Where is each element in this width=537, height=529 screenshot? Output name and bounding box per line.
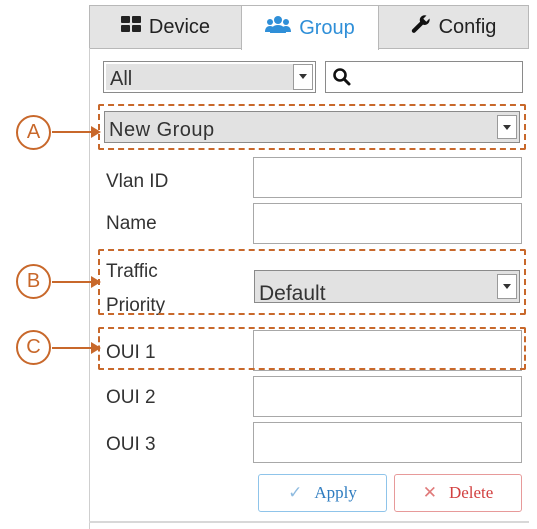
vlan-id-label: Vlan ID [106,171,169,192]
tab-group-label: Group [299,16,355,39]
annotation-box-c [98,327,526,370]
annotation-arrow-c [52,342,101,354]
check-icon: ✓ [288,483,303,503]
tab-device[interactable]: Device [89,5,242,49]
tab-device-label: Device [148,15,211,38]
search-input[interactable] [325,61,523,93]
delete-button-label: Delete [448,483,494,502]
filter-select[interactable]: All [103,61,316,93]
vlan-id-field[interactable] [253,157,522,198]
annotation-box-a [98,104,526,150]
annotation-arrow-a [52,126,101,138]
tab-config[interactable]: Config [378,5,529,49]
delete-button[interactable]: ✕ Delete [394,474,522,512]
wrench-icon [411,14,431,40]
annotation-box-b [98,249,526,315]
annotation-label-a: A [16,115,51,150]
search-icon [332,67,352,92]
tab-bar: Device Group Config [89,5,529,50]
panel-border [89,48,90,529]
name-field[interactable] [253,203,522,244]
name-label: Name [106,213,157,234]
grid-icon [120,15,141,39]
annotation-label-b: B [16,264,51,299]
oui2-label: OUI 2 [106,387,156,408]
annotation-arrow-b [52,276,101,288]
users-icon [265,16,292,40]
close-icon: ✕ [422,483,437,503]
tab-group[interactable]: Group [241,5,379,50]
panel-bottom-border [89,521,529,523]
apply-button[interactable]: ✓ Apply [258,474,387,512]
chevron-down-icon[interactable] [293,64,313,90]
oui2-field[interactable] [253,376,522,417]
tab-config-label: Config [438,15,497,38]
oui3-label: OUI 3 [106,434,156,455]
filter-select-value: All [106,64,294,90]
annotation-label-c: C [16,330,51,365]
oui3-field[interactable] [253,422,522,463]
apply-button-label: Apply [314,483,357,502]
